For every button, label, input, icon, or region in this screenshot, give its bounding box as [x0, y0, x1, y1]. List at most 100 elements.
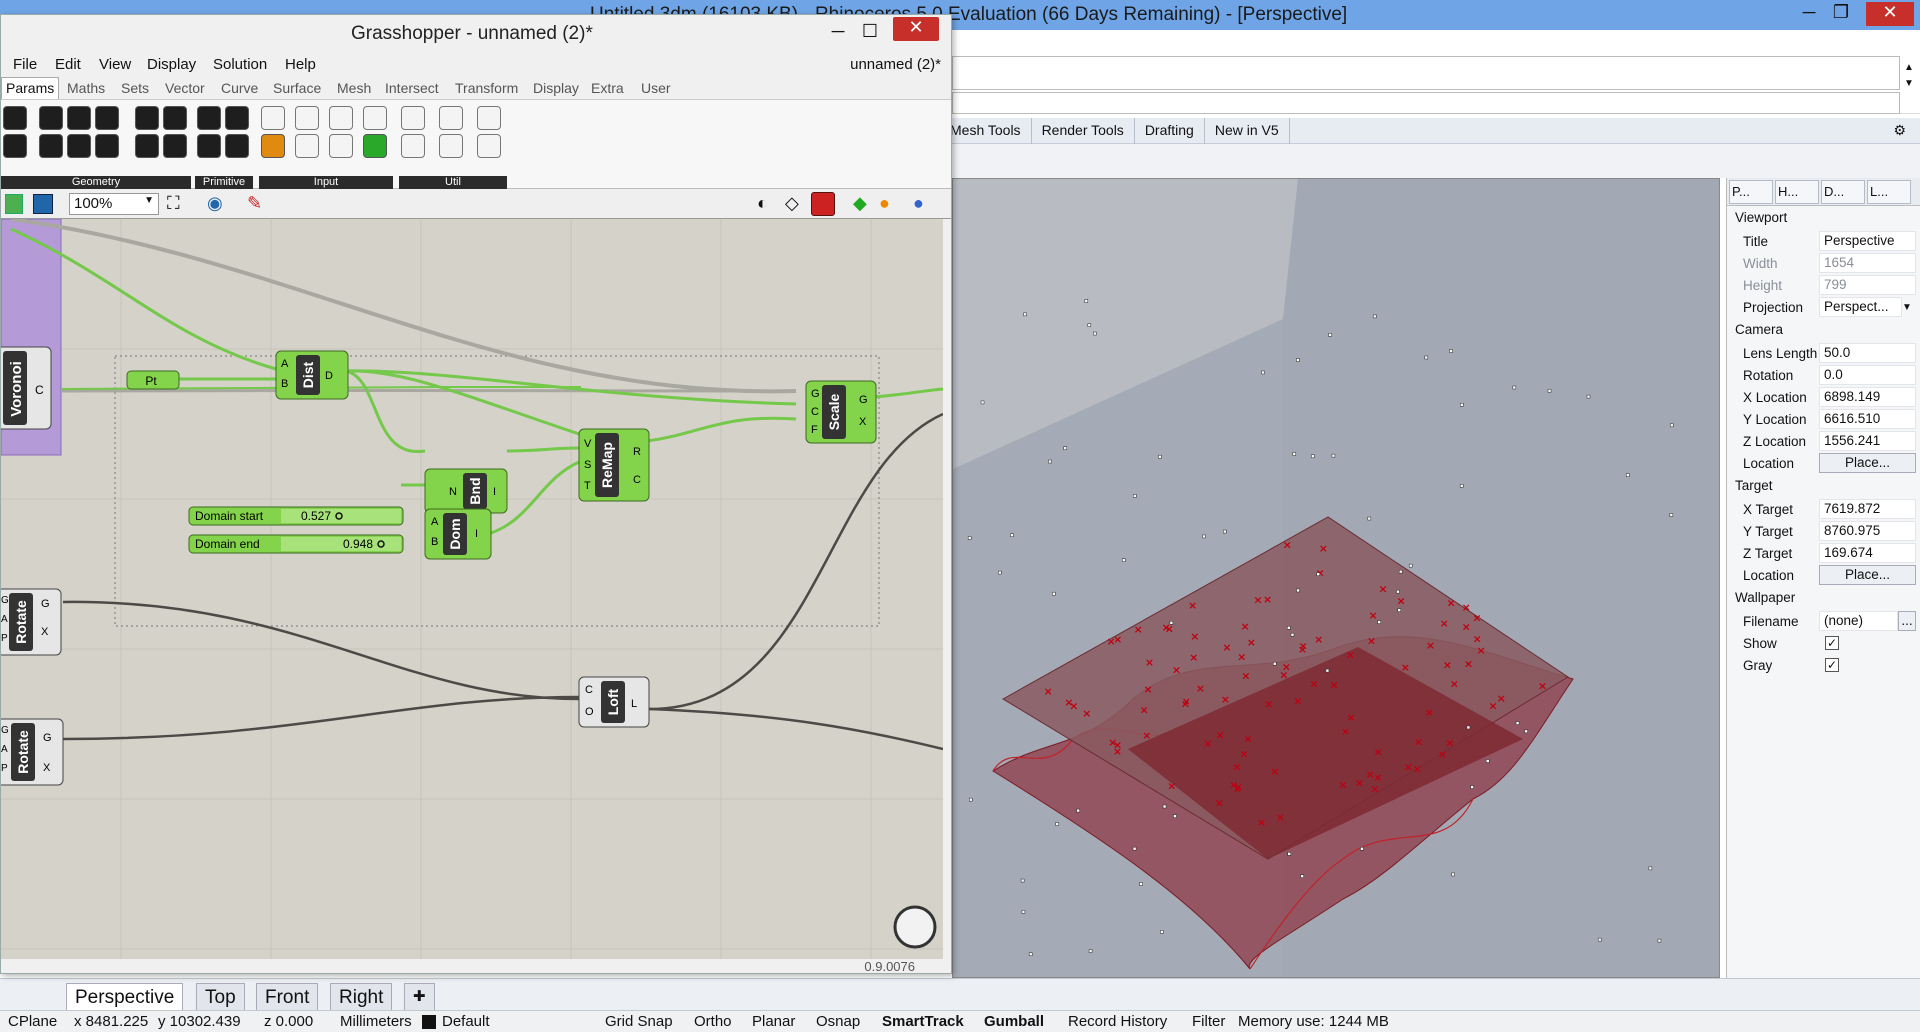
- surface-param-icon[interactable]: [95, 106, 119, 130]
- node-loft[interactable]: Loft C O L: [578, 676, 650, 728]
- node-rotate-1[interactable]: Rotate G A P G X: [1, 588, 62, 656]
- compass-widget-icon[interactable]: [893, 905, 937, 949]
- slider-domain-start[interactable]: Domain start 0.527: [188, 506, 404, 526]
- value-list-icon[interactable]: [329, 134, 353, 158]
- line-param-icon[interactable]: [39, 134, 63, 158]
- osnap-toggle[interactable]: Osnap: [816, 1013, 860, 1030]
- mesh-face-param-icon[interactable]: [163, 134, 187, 158]
- tab-perspective[interactable]: Perspective: [66, 983, 184, 1011]
- open-file-icon[interactable]: [5, 194, 23, 214]
- material-icon[interactable]: ●: [879, 193, 890, 214]
- camera-place-button[interactable]: Place...: [1819, 453, 1916, 473]
- graph-mapper-icon[interactable]: [261, 134, 285, 158]
- tab-surface[interactable]: Surface: [273, 80, 321, 96]
- box-param-icon[interactable]: [135, 134, 159, 158]
- menu-help[interactable]: Help: [285, 56, 316, 73]
- perspective-viewport[interactable]: × × × × × × × × × × × × × × × × × × × × × × × × × × × × × × × × × × × × × × × ×…: [952, 178, 1720, 978]
- tab-intersect[interactable]: Intersect: [385, 80, 439, 96]
- menu-solution[interactable]: Solution: [213, 56, 267, 73]
- y-target-field[interactable]: 8760.975: [1819, 521, 1916, 541]
- tab-drafting[interactable]: Drafting: [1135, 118, 1205, 144]
- display-mode-icon[interactable]: ●: [913, 193, 924, 214]
- arrow-right-icon[interactable]: [439, 106, 463, 130]
- tab-front[interactable]: Front: [256, 983, 319, 1011]
- slider-domain-end[interactable]: Domain end 0.948: [188, 534, 404, 554]
- gradient-icon[interactable]: [363, 106, 387, 130]
- add-viewport-icon[interactable]: ✚: [404, 983, 435, 1011]
- command-history[interactable]: [952, 56, 1900, 90]
- show-checkbox[interactable]: ✓: [1825, 636, 1839, 650]
- node-dom[interactable]: Dom A B I: [424, 508, 492, 560]
- slider-icon[interactable]: [329, 106, 353, 130]
- units-label[interactable]: Millimeters: [340, 1013, 412, 1030]
- tab-curve[interactable]: Curve: [221, 80, 258, 96]
- document-name[interactable]: unnamed (2)*: [850, 56, 941, 73]
- tab-transform[interactable]: Transform: [455, 80, 518, 96]
- text-param-icon[interactable]: [225, 134, 249, 158]
- tab-params[interactable]: Params: [1, 77, 60, 99]
- circle-param-icon[interactable]: [39, 106, 63, 130]
- selected-preview-icon[interactable]: ◆: [853, 193, 867, 214]
- tab-new-in-v5[interactable]: New in V5: [1205, 118, 1290, 144]
- gh-minimize-icon[interactable]: ─: [823, 21, 853, 42]
- tab-help[interactable]: H...: [1775, 180, 1819, 204]
- mesh-param-icon[interactable]: [67, 134, 91, 158]
- brep-param-icon[interactable]: [67, 106, 91, 130]
- browse-button[interactable]: ...: [1898, 611, 1916, 631]
- group-param-icon[interactable]: [163, 106, 187, 130]
- sketch-icon[interactable]: ✎: [247, 193, 262, 214]
- shaded-preview-icon[interactable]: [811, 192, 835, 216]
- jump-icon[interactable]: [477, 106, 501, 130]
- menu-edit[interactable]: Edit: [55, 56, 81, 73]
- z-target-field[interactable]: 169.674: [1819, 543, 1916, 563]
- cherry-icon[interactable]: [401, 106, 425, 130]
- gray-checkbox[interactable]: ✓: [1825, 658, 1839, 672]
- tab-sets[interactable]: Sets: [121, 80, 149, 96]
- zoom-select[interactable]: 100% ▼: [69, 193, 159, 215]
- geometry-icon[interactable]: [3, 106, 27, 130]
- ribbon-group-input[interactable]: Input: [259, 176, 393, 190]
- tab-display[interactable]: Display: [533, 80, 579, 96]
- menu-view[interactable]: View: [99, 56, 131, 73]
- point-param-icon[interactable]: [135, 106, 159, 130]
- node-pt[interactable]: Pt: [126, 370, 180, 390]
- scroll-up-icon[interactable]: ▲: [1904, 62, 1914, 73]
- x-target-field[interactable]: 7619.872: [1819, 499, 1916, 519]
- grasshopper-canvas[interactable]: Voronoi C Pt Dist A B D Bnd N I ReMap V …: [1, 219, 943, 959]
- target-place-button[interactable]: Place...: [1819, 565, 1916, 585]
- menu-display[interactable]: Display: [147, 56, 196, 73]
- projection-select[interactable]: Perspect...: [1819, 297, 1902, 317]
- integer-param-icon[interactable]: [225, 106, 249, 130]
- tab-right[interactable]: Right: [330, 983, 393, 1011]
- layer-label[interactable]: Default: [442, 1013, 490, 1030]
- gear-icon[interactable]: ⚙: [1883, 118, 1916, 144]
- save-icon[interactable]: [33, 194, 53, 214]
- node-remap[interactable]: ReMap V S T R C: [578, 428, 650, 502]
- node-rotate-2[interactable]: Rotate G A P G X: [1, 718, 64, 786]
- y-location-field[interactable]: 6616.510: [1819, 409, 1916, 429]
- planar-toggle[interactable]: Planar: [752, 1013, 795, 1030]
- record-history-toggle[interactable]: Record History: [1068, 1013, 1167, 1030]
- gh-maximize-icon[interactable]: ☐: [855, 21, 885, 42]
- menu-file[interactable]: File: [13, 56, 37, 73]
- x-location-field[interactable]: 6898.149: [1819, 387, 1916, 407]
- relay-arrow-icon[interactable]: [439, 134, 463, 158]
- smarttrack-toggle[interactable]: SmartTrack: [882, 1013, 964, 1030]
- toggle-icon[interactable]: [295, 106, 319, 130]
- tab-user[interactable]: User: [641, 80, 671, 96]
- scroll-down-icon[interactable]: ▼: [1904, 78, 1914, 89]
- knob-icon[interactable]: [295, 134, 319, 158]
- node-scale[interactable]: Scale G C F G X: [805, 380, 877, 444]
- tab-render-tools[interactable]: Render Tools: [1032, 118, 1135, 144]
- tab-mesh[interactable]: Mesh: [337, 80, 371, 96]
- boolean-param-icon[interactable]: [197, 106, 221, 130]
- command-prompt-input[interactable]: [952, 92, 1900, 114]
- cplane-label[interactable]: CPlane: [8, 1013, 57, 1030]
- node-dist[interactable]: Dist A B D: [275, 350, 349, 400]
- tab-extra[interactable]: Extra: [591, 80, 624, 96]
- grid-snap-toggle[interactable]: Grid Snap: [605, 1013, 673, 1030]
- ribbon-group-geometry[interactable]: Geometry: [1, 176, 191, 190]
- tab-layers[interactable]: L...: [1867, 180, 1911, 204]
- number-param-icon[interactable]: [197, 134, 221, 158]
- tab-top[interactable]: Top: [196, 983, 245, 1011]
